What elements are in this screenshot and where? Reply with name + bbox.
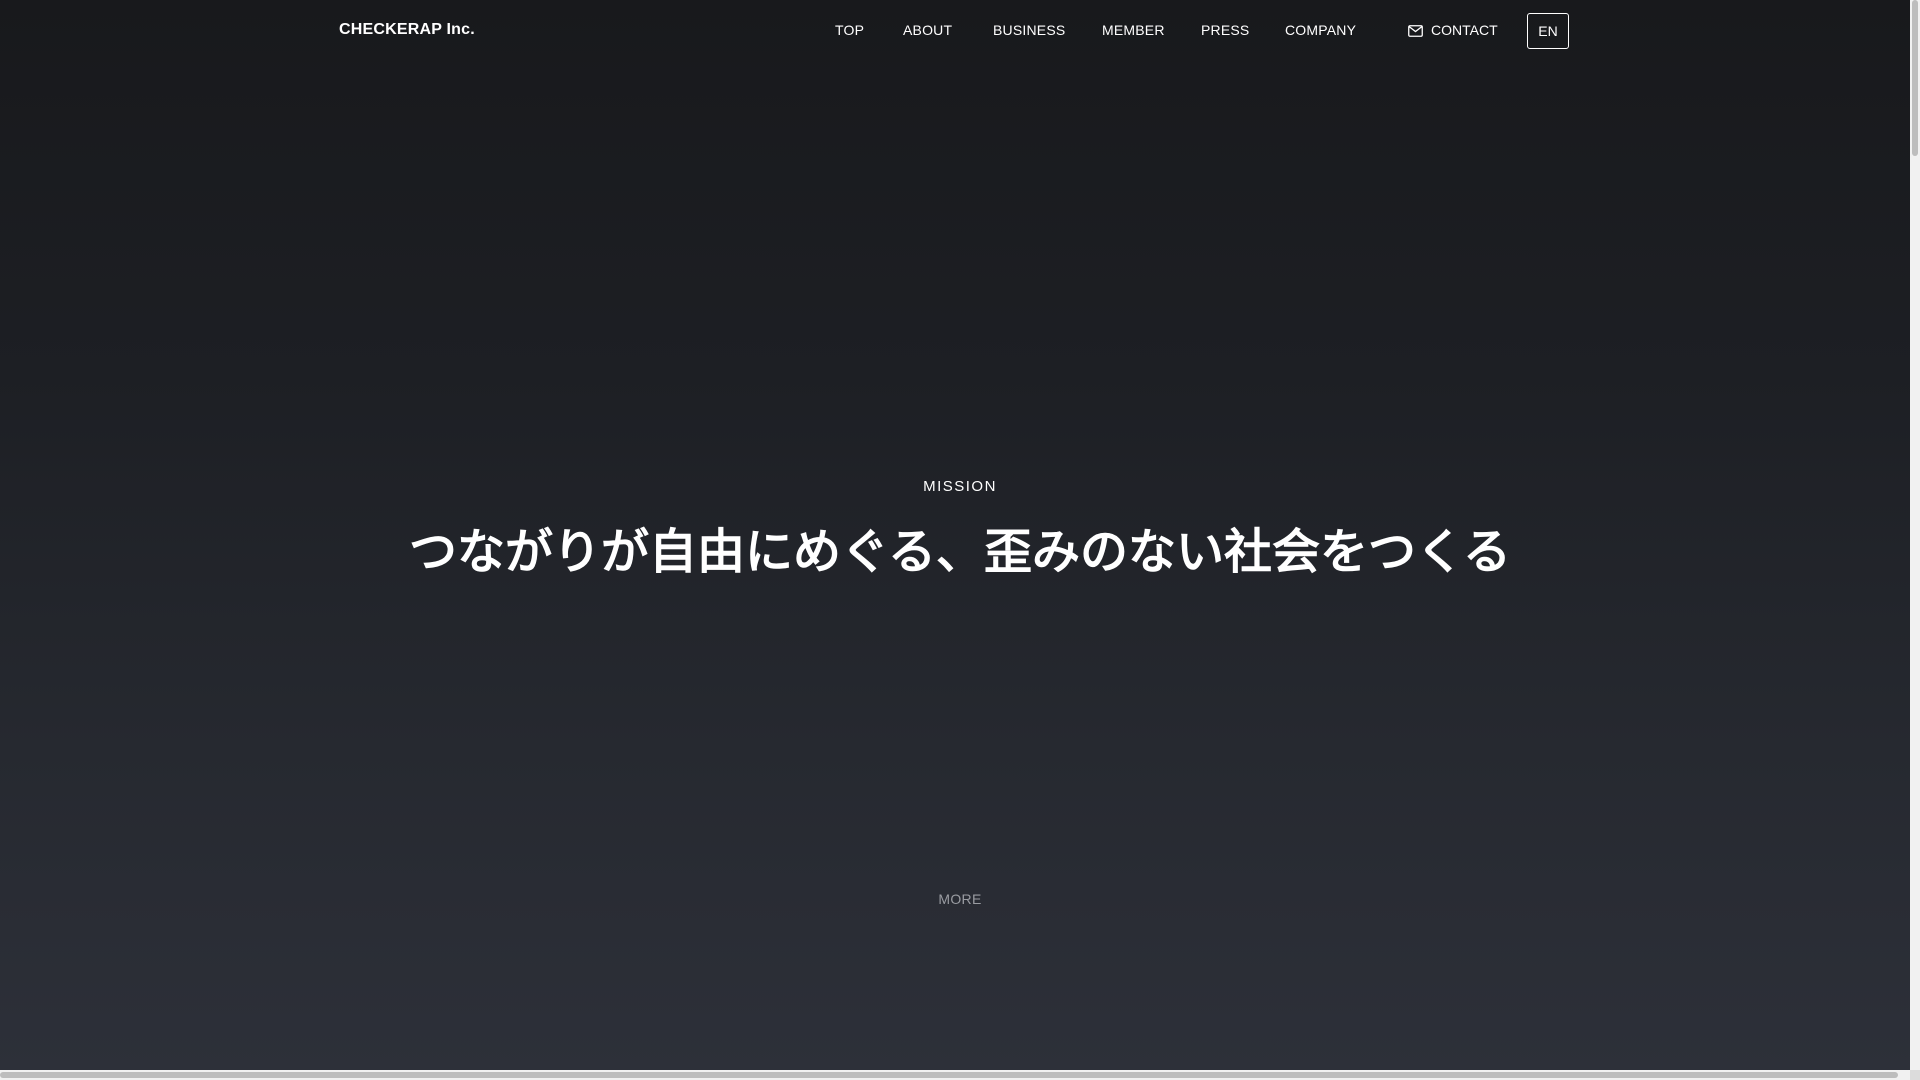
nav-item-company[interactable]: COMPANY <box>1285 22 1356 38</box>
page-viewport: CHECKERAP Inc. TOP ABOUT BUSINESS MEMBER… <box>0 0 1910 1070</box>
nav-item-about[interactable]: ABOUT <box>903 22 952 38</box>
section-label: MISSION <box>923 478 997 495</box>
language-toggle-button[interactable]: EN <box>1527 13 1569 49</box>
contact-label: CONTACT <box>1431 22 1498 38</box>
nav-item-press[interactable]: PRESS <box>1201 22 1249 38</box>
more-link[interactable]: MORE <box>0 891 1910 907</box>
site-header: CHECKERAP Inc. TOP ABOUT BUSINESS MEMBER… <box>0 0 1910 62</box>
scrollbar-corner <box>1910 1070 1920 1080</box>
company-logo[interactable]: CHECKERAP Inc. <box>339 21 475 39</box>
contact-link[interactable]: CONTACT <box>1408 22 1498 38</box>
horizontal-scrollbar-thumb[interactable] <box>0 1072 1898 1078</box>
nav-item-member[interactable]: MEMBER <box>1102 22 1165 38</box>
nav-item-top[interactable]: TOP <box>835 22 864 38</box>
mission-statement: つながりが自由にめぐる、歪みのない社会をつくる <box>408 524 1512 580</box>
vertical-scrollbar[interactable] <box>1910 0 1920 1070</box>
vertical-scrollbar-thumb[interactable] <box>1912 0 1918 156</box>
mail-icon <box>1408 24 1423 37</box>
nav-item-business[interactable]: BUSINESS <box>993 22 1065 38</box>
horizontal-scrollbar[interactable] <box>0 1070 1910 1080</box>
